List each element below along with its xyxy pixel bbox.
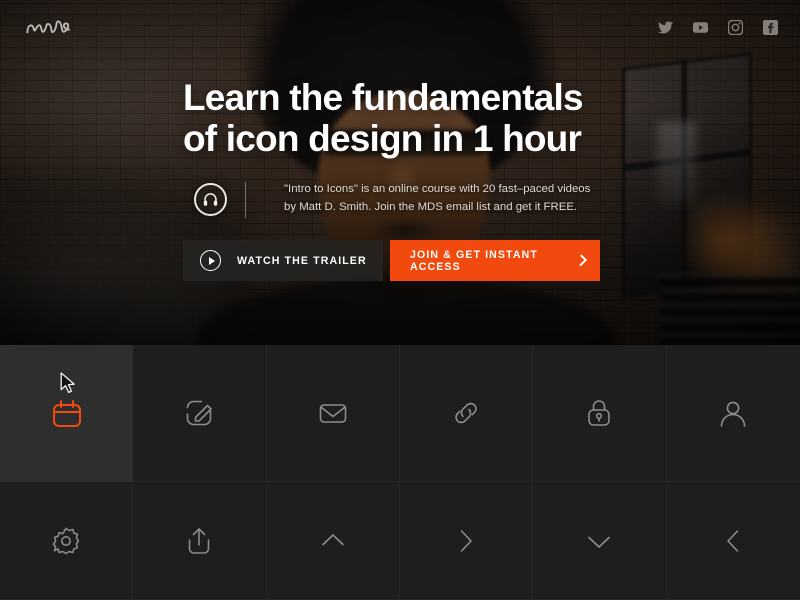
blurb-line-1: "Intro to Icons" is an online course wit… <box>284 183 591 195</box>
share-icon <box>182 524 216 558</box>
watch-trailer-button[interactable]: WATCH THE TRAILER <box>183 240 383 281</box>
hero-blurb: "Intro to Icons" is an online course wit… <box>194 180 590 218</box>
headphones-icon <box>194 183 227 216</box>
landing-page: Learn the fundamentals of icon design in… <box>0 0 800 600</box>
blurb-text: "Intro to Icons" is an online course wit… <box>284 180 590 217</box>
calendar-icon <box>50 397 84 431</box>
grid-cell-chevron-right[interactable] <box>399 482 534 600</box>
grid-cell-chevron-left[interactable] <box>666 482 800 600</box>
watch-trailer-label: WATCH THE TRAILER <box>237 254 367 267</box>
youtube-icon[interactable] <box>693 20 708 35</box>
social-links <box>658 19 778 35</box>
headline-line-1: Learn the fundamentals <box>183 77 584 118</box>
cta-row: WATCH THE TRAILER JOIN & GET INSTANT ACC… <box>183 240 600 281</box>
instagram-icon[interactable] <box>727 19 744 35</box>
grid-cell-user[interactable] <box>666 345 800 482</box>
headline-line-2: of icon design in 1 hour <box>183 117 582 159</box>
grid-cell-chevron-up[interactable] <box>266 482 400 600</box>
user-icon <box>716 396 750 430</box>
twitter-icon[interactable] <box>658 20 673 35</box>
grid-cell-lock[interactable] <box>533 345 667 482</box>
icon-showcase-grid <box>0 345 800 600</box>
chevron-left-icon <box>716 524 750 558</box>
hero-section: Learn the fundamentals of icon design in… <box>0 0 800 345</box>
grid-cell-link[interactable] <box>399 345 534 482</box>
grid-cell-edit[interactable] <box>133 345 267 482</box>
grid-cell-mail[interactable] <box>266 345 400 482</box>
grid-cell-share[interactable] <box>133 482 267 600</box>
mail-icon <box>316 396 350 430</box>
mds-logo[interactable] <box>22 14 78 40</box>
grid-cell-calendar[interactable] <box>0 345 134 482</box>
edit-icon <box>182 396 216 430</box>
link-icon <box>449 396 483 430</box>
grid-cell-chevron-down[interactable] <box>533 482 667 600</box>
gear-icon <box>49 524 83 558</box>
facebook-icon[interactable] <box>763 19 778 35</box>
blurb-divider <box>245 182 246 218</box>
lock-icon <box>582 396 616 430</box>
blurb-line-2: by Matt D. Smith. Join the MDS email lis… <box>284 201 578 214</box>
top-bar <box>0 0 800 54</box>
chevron-down-icon <box>582 524 616 558</box>
join-label: JOIN & GET INSTANT ACCESS <box>410 248 538 273</box>
chevron-up-icon <box>316 524 350 558</box>
chevron-right-icon <box>449 524 483 558</box>
grid-cell-gear[interactable] <box>0 482 134 600</box>
join-get-instant-access-button[interactable]: JOIN & GET INSTANT ACCESS <box>390 240 600 281</box>
play-icon <box>200 250 221 271</box>
page-title: Learn the fundamentals of icon design in… <box>183 77 743 159</box>
